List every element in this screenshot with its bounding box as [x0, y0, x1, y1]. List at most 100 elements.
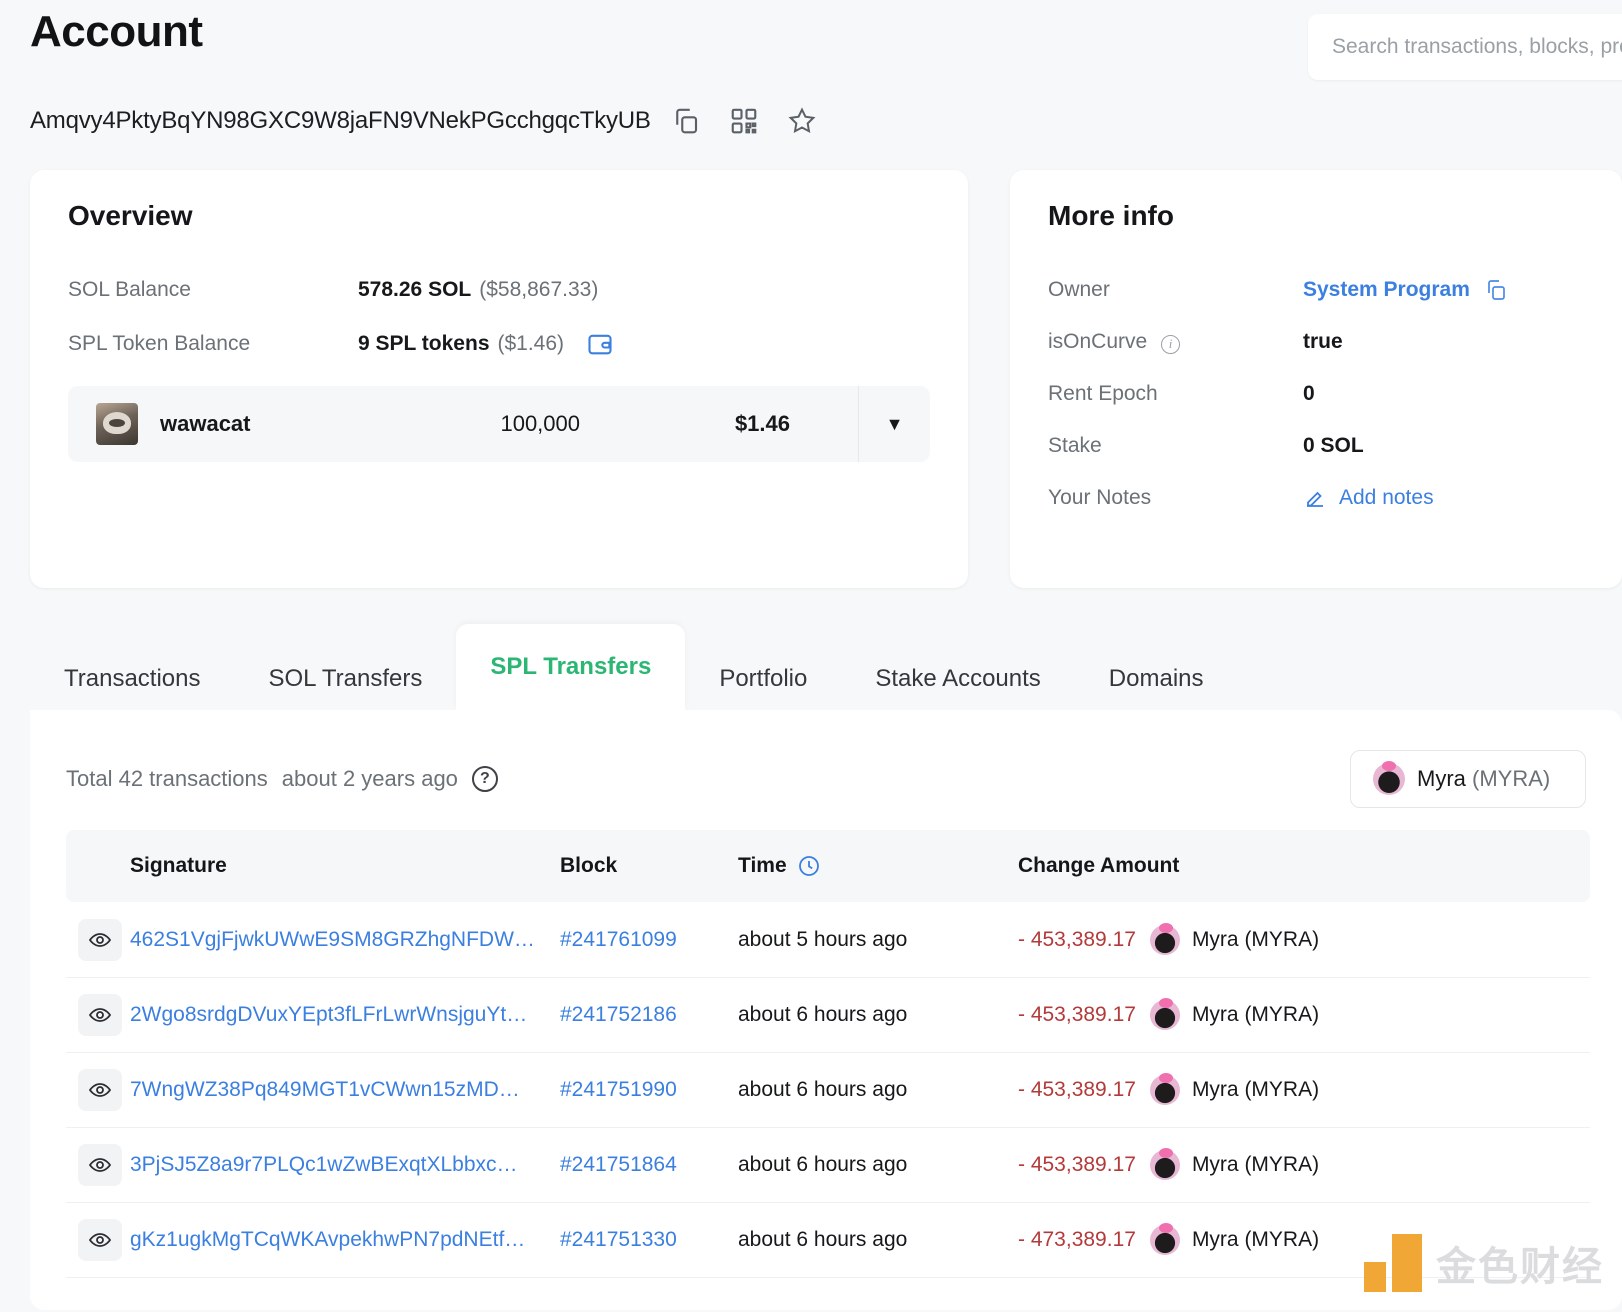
signature-link[interactable]: 462S1VgjFjwkUWwE9SM8GRZhgNFDW… — [130, 928, 535, 951]
spl-balance-usd: ($1.46) — [497, 332, 565, 356]
stake-label: Stake — [1048, 434, 1102, 458]
row-token-avatar — [1149, 1147, 1180, 1180]
token-filter-name: Myra — [1417, 766, 1466, 792]
change-amount: - 453,389.17 — [1018, 1077, 1136, 1101]
rent-epoch-label: Rent Epoch — [1048, 382, 1158, 406]
token-filter-dropdown[interactable]: Myra (MYRA) — [1350, 750, 1586, 809]
star-icon[interactable] — [779, 98, 825, 144]
col-header-time: Time — [738, 830, 1018, 903]
more-info-card: More info Owner System Program isOnCurve… — [1010, 170, 1622, 589]
col-header-block: Block — [560, 830, 738, 903]
time-cell: about 6 hours ago — [738, 977, 1018, 1053]
block-link[interactable]: #241751990 — [560, 1078, 677, 1101]
qr-code-icon[interactable] — [721, 98, 767, 144]
signature-link[interactable]: 3PjSJ5Z8a9r7PLQc1wZwBExqtXLbbxc… — [130, 1153, 518, 1176]
sol-balance-row: SOL Balance 578.26 SOL ($58,867.33) — [68, 278, 930, 302]
sol-balance-label: SOL Balance — [68, 278, 191, 302]
block-link[interactable]: #241751330 — [560, 1228, 677, 1251]
table-row: 3PjSJ5Z8a9r7PLQc1wZwBExqtXLbbxc… #241751… — [66, 1127, 1590, 1203]
token-amount: 100,000 — [500, 411, 580, 437]
spl-transfers-table: Signature Block Time Change Amount 462S1… — [66, 830, 1590, 1278]
spl-balance-value: 9 SPL tokens — [358, 332, 490, 356]
panel-toolbar: Total 42 transactions about 2 years ago … — [66, 750, 1586, 809]
row-token-avatar — [1149, 997, 1180, 1030]
chevron-down-icon[interactable]: ▼ — [858, 386, 930, 463]
row-token-name: Myra (MYRA) — [1191, 1227, 1320, 1251]
tab-spl-transfers[interactable]: SPL Transfers — [456, 624, 686, 711]
account-page: Account Amqvy4PktyBqYN98GXC9W8jaFN9VNekP… — [0, 0, 1622, 1312]
col-header-eye — [66, 830, 130, 903]
eye-icon[interactable] — [78, 1068, 122, 1111]
eye-icon[interactable] — [78, 993, 122, 1036]
sol-balance-value: 578.26 SOL — [358, 278, 472, 302]
change-amount: - 453,389.17 — [1018, 927, 1136, 951]
clock-icon[interactable] — [797, 854, 821, 878]
owner-value-link[interactable]: System Program — [1303, 278, 1470, 302]
eye-icon[interactable] — [78, 1143, 122, 1186]
time-cell: about 5 hours ago — [738, 902, 1018, 978]
tab-domains[interactable]: Domains — [1075, 648, 1238, 710]
add-notes-button[interactable]: Add notes — [1303, 486, 1434, 510]
search-box[interactable] — [1308, 14, 1622, 80]
total-transactions-text: Total 42 transactions — [66, 766, 268, 792]
change-amount: - 453,389.17 — [1018, 1002, 1136, 1026]
row-token-name: Myra (MYRA) — [1191, 1152, 1320, 1176]
is-on-curve-label: isOnCurve — [1048, 330, 1148, 354]
search-input[interactable] — [1330, 34, 1622, 60]
tab-transactions[interactable]: Transactions — [30, 648, 235, 710]
token-value: $1.46 — [734, 411, 790, 437]
your-notes-label: Your Notes — [1048, 486, 1152, 510]
tab-sol-transfers[interactable]: SOL Transfers — [235, 648, 457, 710]
table-row: 7WngWZ38Pq849MGT1vCWwn15zMD… #241751990 … — [66, 1052, 1590, 1128]
col-header-signature: Signature — [130, 830, 560, 903]
spl-balance-row: SPL Token Balance 9 SPL tokens ($1.46) — [68, 330, 930, 358]
wallet-icon[interactable] — [586, 330, 614, 358]
tab-portfolio[interactable]: Portfolio — [685, 648, 841, 710]
summary-cards: Overview SOL Balance 578.26 SOL ($58,867… — [0, 170, 1622, 589]
block-link[interactable]: #241751864 — [560, 1153, 677, 1176]
token-filter-symbol: (MYRA) — [1472, 766, 1551, 792]
owner-row: Owner System Program — [1048, 278, 1584, 302]
copy-icon[interactable] — [663, 98, 709, 144]
age-text: about 2 years ago — [281, 766, 458, 792]
add-notes-label: Add notes — [1339, 486, 1434, 510]
eye-icon[interactable] — [78, 1218, 122, 1261]
your-notes-row: Your Notes Add notes — [1048, 486, 1584, 510]
time-cell: about 6 hours ago — [738, 1052, 1018, 1128]
eye-icon[interactable] — [78, 918, 122, 961]
overview-card: Overview SOL Balance 578.26 SOL ($58,867… — [30, 170, 968, 589]
signature-link[interactable]: gKz1ugkMgTCqWKAvpekhwPN7pdNEtf… — [130, 1228, 525, 1251]
rent-epoch-row: Rent Epoch 0 — [1048, 382, 1584, 406]
signature-link[interactable]: 7WngWZ38Pq849MGT1vCWwn15zMD… — [130, 1078, 520, 1101]
row-token-name: Myra (MYRA) — [1191, 927, 1320, 951]
account-address: Amqvy4PktyBqYN98GXC9W8jaFN9VNekPGcchgqcT… — [30, 107, 651, 135]
transactions-summary: Total 42 transactions about 2 years ago … — [66, 766, 498, 793]
block-link[interactable]: #241752186 — [560, 1003, 677, 1026]
info-icon[interactable]: i — [1161, 334, 1181, 354]
block-link[interactable]: #241761099 — [560, 928, 677, 951]
row-token-name: Myra (MYRA) — [1191, 1077, 1320, 1101]
change-amount: - 473,389.17 — [1018, 1227, 1136, 1251]
spl-balance-label: SPL Token Balance — [68, 332, 251, 356]
sol-balance-usd: ($58,867.33) — [479, 278, 599, 302]
row-token-avatar — [1149, 922, 1180, 955]
more-info-title: More info — [1048, 200, 1174, 232]
pencil-icon — [1303, 486, 1327, 510]
tab-bar: Transactions SOL Transfers SPL Transfers… — [30, 624, 1622, 711]
signature-link[interactable]: 2Wgo8srdgDVuxYEpt3fLFrLwrWnsjguYt… — [130, 1003, 527, 1026]
question-mark-icon[interactable]: ? — [471, 766, 498, 793]
change-amount: - 453,389.17 — [1018, 1152, 1136, 1176]
overview-title: Overview — [68, 200, 193, 232]
copy-owner-icon[interactable] — [1484, 278, 1508, 302]
table-body: 462S1VgjFjwkUWwE9SM8GRZhgNFDW… #24176109… — [66, 902, 1590, 1278]
time-cell: about 6 hours ago — [738, 1127, 1018, 1203]
table-row: gKz1ugkMgTCqWKAvpekhwPN7pdNEtf… #2417513… — [66, 1202, 1590, 1278]
tab-stake-accounts[interactable]: Stake Accounts — [841, 648, 1074, 710]
time-cell: about 6 hours ago — [738, 1202, 1018, 1278]
owner-label: Owner — [1048, 278, 1110, 302]
row-token-name: Myra (MYRA) — [1191, 1002, 1320, 1026]
token-holding-row[interactable]: wawacat 100,000 $1.46 ▼ — [68, 386, 930, 463]
table-header: Signature Block Time Change Amount — [66, 830, 1590, 903]
row-token-avatar — [1149, 1222, 1180, 1255]
token-avatar — [96, 403, 138, 446]
